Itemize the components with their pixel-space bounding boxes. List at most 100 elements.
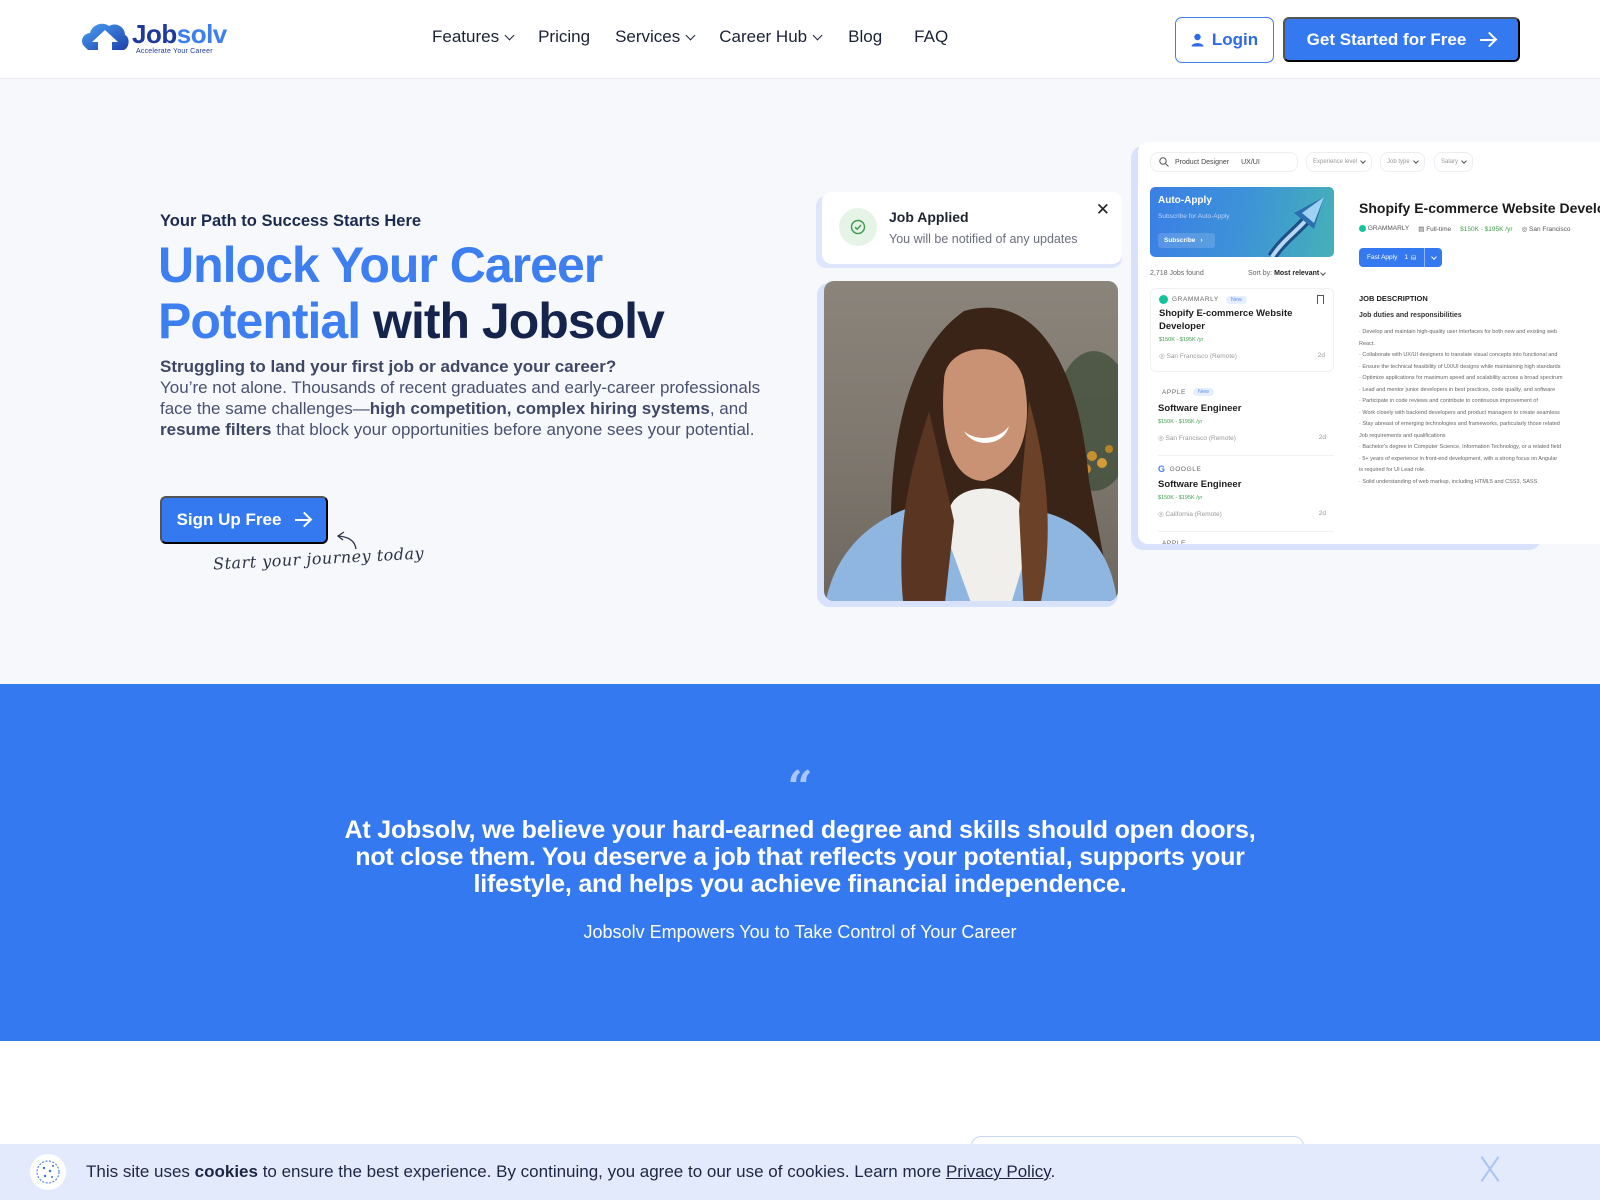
chevron-down-icon xyxy=(504,30,515,40)
company-name: APPLE xyxy=(1162,388,1186,396)
nav-services[interactable]: Services xyxy=(615,27,696,47)
job-salary: $150K - $195K /yr xyxy=(1158,495,1203,501)
get-started-label: Get Started for Free xyxy=(1306,29,1467,49)
check-circle-icon xyxy=(839,208,877,246)
job-card[interactable]: APPLE xyxy=(1150,534,1334,544)
job-location: ◎ San Francisco (Remote) xyxy=(1158,435,1236,442)
divider xyxy=(1158,531,1334,532)
quote-icon: “ xyxy=(787,762,813,813)
detail-salary: $150K - $195K /yr xyxy=(1460,225,1513,233)
new-badge: New xyxy=(1192,388,1214,396)
detail-location: ◎ San Francisco xyxy=(1521,226,1571,233)
chevron-down-icon xyxy=(1412,158,1419,164)
job-salary: $150K - $195K /yr xyxy=(1158,419,1203,425)
nav-features[interactable]: Features xyxy=(432,27,515,47)
job-description-heading: JOB DESCRIPTION xyxy=(1359,294,1428,303)
job-description-line: · Lead and mentor junior developers in b… xyxy=(1359,386,1556,393)
nav-pricing-label: Pricing xyxy=(538,27,591,46)
hero-eyebrow: Your Path to Success Starts Here xyxy=(160,212,422,230)
sign-up-button[interactable]: Sign Up Free xyxy=(160,496,328,544)
fast-apply-button-group: Fast Apply 1 ⛁ xyxy=(1359,248,1443,267)
hero-lead: Struggling to land your first job or adv… xyxy=(160,357,617,376)
search-tag: UX/UI xyxy=(1241,158,1260,166)
mission-subtext: Jobsolv Empowers You to Take Control of … xyxy=(583,922,1017,942)
sort-label: Sort by: xyxy=(1248,270,1273,277)
chevron-down-icon xyxy=(1431,253,1437,260)
job-type-text: Full-time xyxy=(1426,226,1452,233)
logo-tagline: Accelerate Your Career xyxy=(136,48,213,55)
job-description-line: · Stay abreast of emerging technologies … xyxy=(1359,421,1560,427)
fast-apply-count: 1 xyxy=(1404,254,1408,261)
detail-job-type: ▤ Full-time xyxy=(1418,226,1452,233)
auto-apply-title: Auto-Apply xyxy=(1158,195,1212,206)
job-card[interactable]: G GOOGLE Software Engineer $150K - $195K… xyxy=(1150,458,1334,532)
detail-company: GRAMMARLY xyxy=(1359,225,1410,233)
auto-apply-banner: Auto-Apply Subscribe for Auto-Apply Subs… xyxy=(1150,187,1334,257)
bookmark-icon[interactable] xyxy=(1317,295,1324,304)
hero-headline: Unlock Your Career Potential with Jobsol… xyxy=(158,237,798,349)
job-card[interactable]: APPLE New Software Engineer $150K - $195… xyxy=(1150,382,1334,456)
sort-dropdown[interactable]: Sort by: Most relevant xyxy=(1248,270,1326,277)
job-description-line: · Work closely with backend developers a… xyxy=(1359,409,1560,416)
job-company: APPLE xyxy=(1158,540,1186,544)
filter-job-type[interactable]: Job type xyxy=(1380,152,1425,172)
nav-pricing[interactable]: Pricing xyxy=(538,27,590,47)
login-button[interactable]: Login xyxy=(1175,17,1274,63)
get-started-button[interactable]: Get Started for Free xyxy=(1283,17,1520,62)
search-icon xyxy=(1159,157,1169,167)
logo[interactable]: Jobsolv Accelerate Your Career xyxy=(80,20,227,56)
fast-apply-button[interactable]: Fast Apply 1 ⛁ xyxy=(1359,248,1425,267)
hero-body-bold: high competition, complex hiring systems xyxy=(369,399,710,418)
arrow-right-icon xyxy=(295,519,312,521)
close-icon[interactable]: ✕ xyxy=(1096,200,1110,220)
new-badge: New xyxy=(1225,295,1247,304)
grammarly-logo-icon xyxy=(1359,225,1366,233)
job-card[interactable]: GRAMMARLY New Shopify E-commerce Website… xyxy=(1150,288,1334,372)
filter-label: Job type xyxy=(1387,159,1410,165)
hero-body-text: , and xyxy=(709,399,748,418)
growth-arrow-icon xyxy=(1267,197,1324,257)
job-age: 2d xyxy=(1318,510,1326,517)
job-location: ◎ California (Remote) xyxy=(1158,511,1222,518)
job-company: GRAMMARLY New xyxy=(1159,295,1247,304)
job-description-line: · Solid understanding of web markup, inc… xyxy=(1359,478,1539,485)
fast-apply-dropdown[interactable] xyxy=(1424,248,1443,267)
job-search-input[interactable]: Product Designer UX/UI xyxy=(1150,152,1298,172)
job-description-lines: · Develop and maintain high-quality user… xyxy=(1359,327,1600,488)
login-label: Login xyxy=(1211,30,1259,49)
nav-career-hub[interactable]: Career Hub xyxy=(719,27,823,47)
grammarly-logo-icon xyxy=(1159,295,1168,304)
hero-description: Struggling to land your first job or adv… xyxy=(160,356,770,440)
location-text: San Francisco xyxy=(1529,226,1571,233)
divider xyxy=(1158,455,1334,456)
location-text: California (Remote) xyxy=(1165,511,1222,518)
filter-salary[interactable]: Salary xyxy=(1434,152,1474,172)
mission-quote: At Jobsolv, we believe your hard-earned … xyxy=(344,816,1256,898)
job-search-app-preview: Product Designer UX/UI Experience level … xyxy=(1138,142,1600,544)
job-description-line: · Collaborate with UX/UI designers to tr… xyxy=(1359,352,1558,358)
cookie-text: . xyxy=(1050,1162,1056,1181)
coins-icon: ⛁ xyxy=(1410,254,1417,262)
sign-up-label: Sign Up Free xyxy=(176,510,282,529)
company-name: APPLE xyxy=(1162,540,1186,544)
nav-faq[interactable]: FAQ xyxy=(914,27,948,47)
hero-body-text: that block your opportunities before any… xyxy=(271,420,755,439)
filter-experience[interactable]: Experience level xyxy=(1306,152,1373,172)
privacy-policy-link[interactable]: Privacy Policy xyxy=(946,1162,1051,1181)
company-name: GOOGLE xyxy=(1169,465,1202,473)
job-description-line: · Participate in code reviews and contri… xyxy=(1359,398,1538,404)
google-logo-icon: G xyxy=(1158,464,1166,474)
company-name: GRAMMARLY xyxy=(1367,225,1410,233)
job-description-line: React. xyxy=(1359,340,1375,347)
job-description-line: · 5+ years of experience in front-end de… xyxy=(1359,455,1558,462)
cookie-banner: This site uses cookies to ensure the bes… xyxy=(0,1144,1600,1200)
job-company: APPLE New xyxy=(1158,388,1214,396)
cookie-text-bold: cookies xyxy=(194,1162,258,1181)
job-applied-toast: Job Applied You will be notified of any … xyxy=(822,192,1122,264)
subscribe-button[interactable]: Subscribe › xyxy=(1158,233,1215,248)
job-company: G GOOGLE xyxy=(1158,464,1201,474)
nav-blog[interactable]: Blog xyxy=(848,27,882,47)
close-icon[interactable] xyxy=(1477,1156,1503,1182)
cookie-text: to ensure the best experience. By contin… xyxy=(257,1162,946,1181)
job-description-line: · Ensure the technical feasibility of UX… xyxy=(1359,363,1561,370)
